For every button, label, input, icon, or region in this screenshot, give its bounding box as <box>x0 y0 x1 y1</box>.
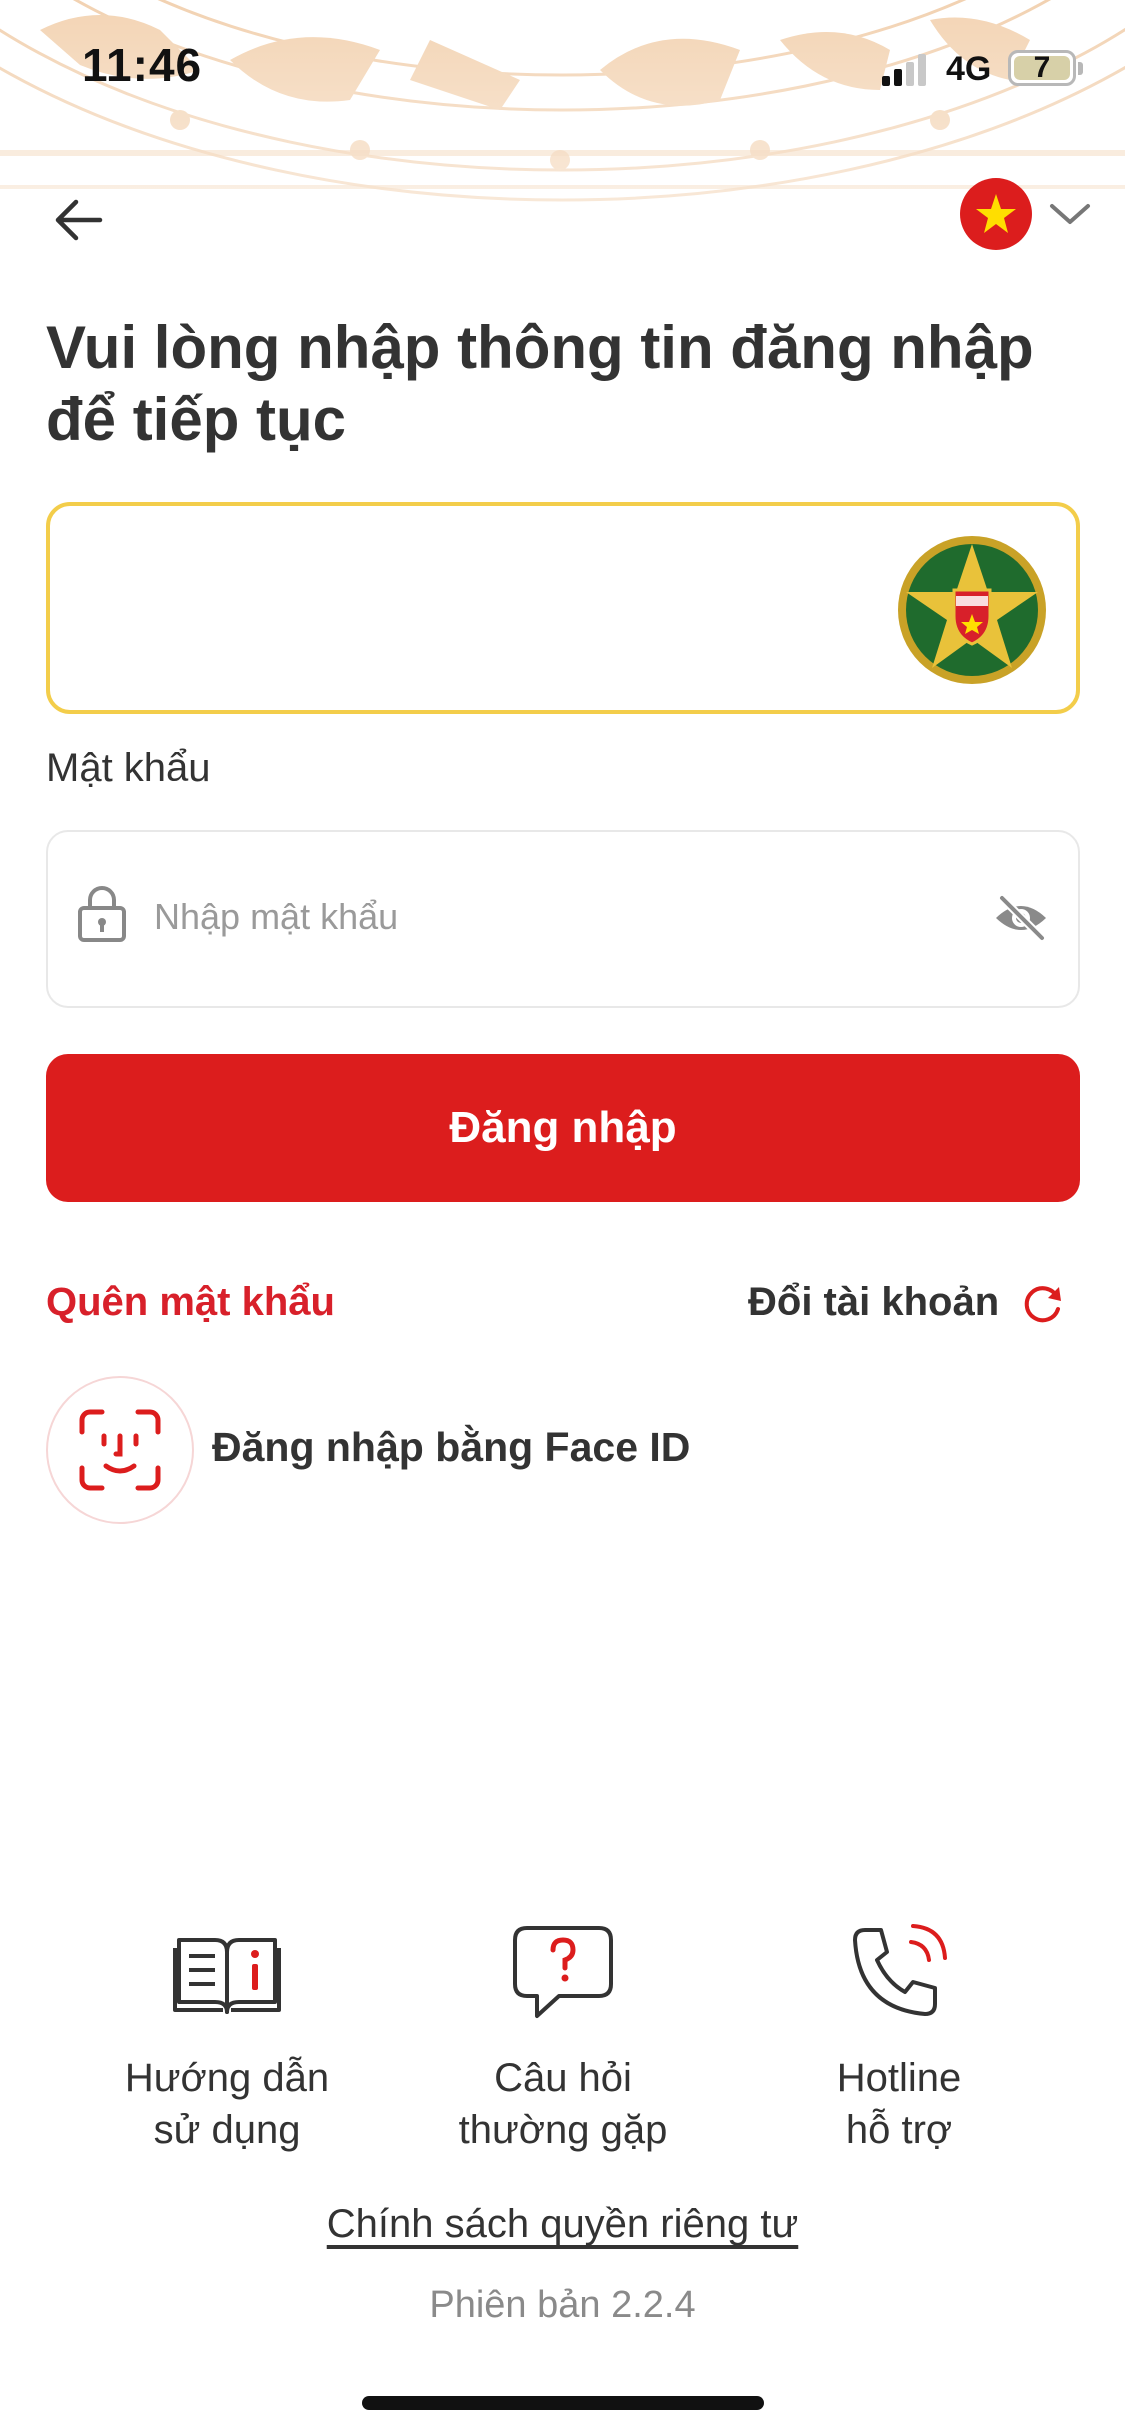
question-bubble-icon <box>513 1926 613 2018</box>
face-id-icon <box>79 1409 161 1491</box>
refresh-icon <box>1024 1285 1062 1322</box>
battery-cap <box>1078 62 1083 75</box>
face-id-button[interactable] <box>46 1376 194 1524</box>
home-indicator[interactable] <box>362 2396 764 2410</box>
battery-icon: 7 <box>1008 50 1076 86</box>
password-input[interactable] <box>152 880 976 954</box>
page-title-line1: Vui lòng nhập thông tin đăng nhập <box>46 314 1034 381</box>
network-type: 4G <box>946 50 992 88</box>
help-label: Câu hỏi thường gặp <box>413 2052 713 2156</box>
help-label: Hotline hỗ trợ <box>749 2052 1049 2156</box>
chevron-down-icon <box>1050 204 1090 224</box>
switch-account-button[interactable]: Đổi tài khoản <box>748 1280 1065 1325</box>
battery-level: 7 <box>1033 51 1051 84</box>
help-label-line1: Hotline <box>836 2056 962 2100</box>
password-label: Mật khẩu <box>46 746 211 790</box>
phone-ring-icon <box>853 1924 947 2016</box>
switch-account-label: Đổi tài khoản <box>748 1280 1000 1324</box>
status-time: 11:46 <box>82 39 203 91</box>
book-info-icon <box>173 1938 281 2014</box>
help-label-line2: sử dụng <box>153 2108 301 2152</box>
help-label-line2: thường gặp <box>458 2108 668 2152</box>
lock-icon <box>78 886 126 942</box>
page-title-line2: để tiếp tục <box>46 386 347 453</box>
vietnam-flag-icon <box>960 178 1032 250</box>
login-button[interactable]: Đăng nhập <box>46 1054 1080 1202</box>
hotline-button[interactable]: Hotline hỗ trợ <box>749 1920 1049 2156</box>
help-label-line1: Hướng dẫn <box>124 2056 330 2100</box>
faq-button[interactable]: Câu hỏi thường gặp <box>413 1920 713 2156</box>
help-label-line1: Câu hỏi <box>494 2056 632 2100</box>
eye-off-icon[interactable] <box>992 892 1050 944</box>
face-id-label: Đăng nhập bằng Face ID <box>212 1424 691 1470</box>
app-version: Phiên bản 2.2.4 <box>429 2284 696 2326</box>
user-guide-button[interactable]: Hướng dẫn sử dụng <box>77 1920 377 2156</box>
help-label-line2: hỗ trợ <box>845 2108 953 2152</box>
privacy-policy-link[interactable]: Chính sách quyền riêng tư <box>0 2202 1125 2247</box>
page-title: Vui lòng nhập thông tin đăng nhập để tiế… <box>46 312 1086 456</box>
language-selector[interactable] <box>958 176 1098 252</box>
vneid-emblem-icon <box>898 536 1046 684</box>
help-label: Hướng dẫn sử dụng <box>77 2052 377 2156</box>
signal-icon <box>882 54 926 86</box>
forgot-password-link[interactable]: Quên mật khẩu <box>46 1280 335 1325</box>
back-arrow-icon[interactable] <box>48 190 108 250</box>
